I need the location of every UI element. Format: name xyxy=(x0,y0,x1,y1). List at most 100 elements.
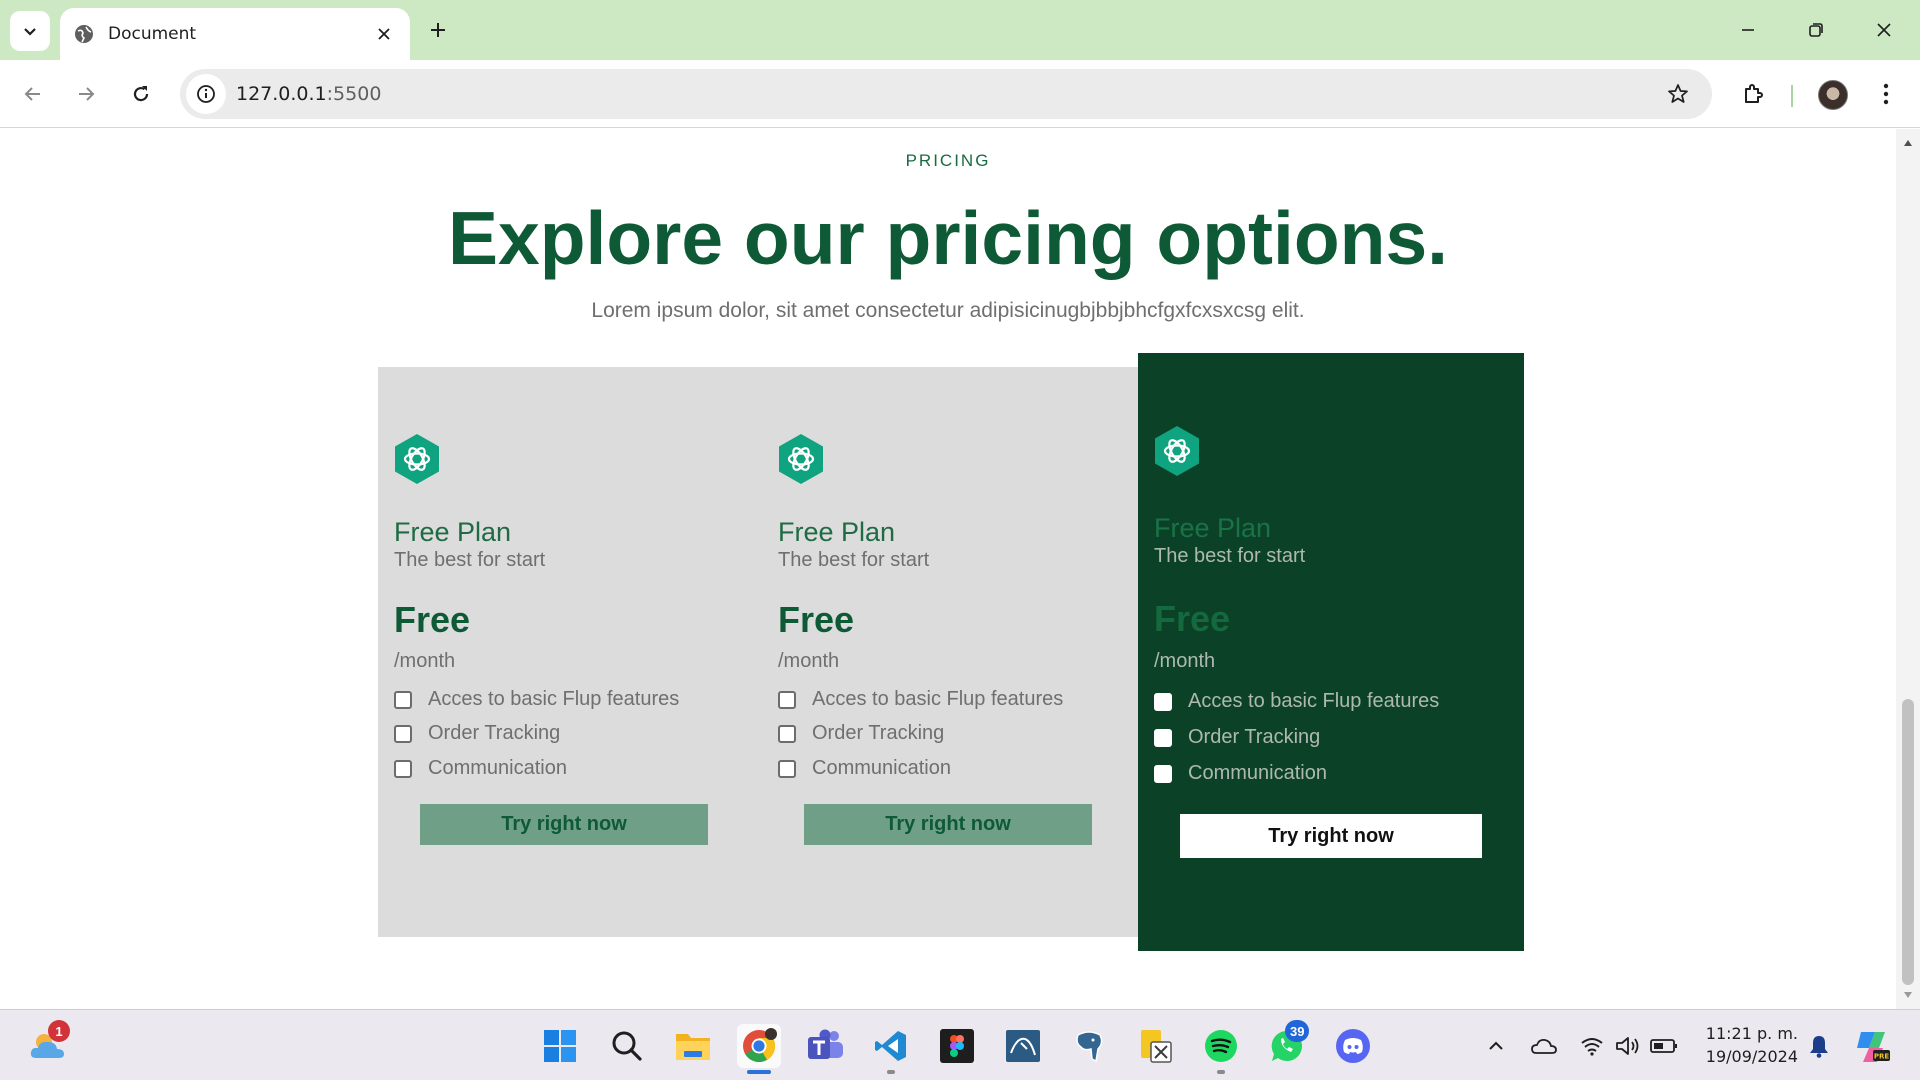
feature-label: Communication xyxy=(1188,762,1327,784)
browser-toolbar: 127.0.0.1:5500 xyxy=(0,60,1920,128)
reload-button[interactable] xyxy=(121,74,161,114)
globe-icon xyxy=(75,25,93,43)
volume-icon xyxy=(1616,1037,1639,1055)
feature-checkbox[interactable] xyxy=(394,724,412,743)
feature-item[interactable]: Acces to basic Flup features xyxy=(778,688,1063,711)
weather-badge: 1 xyxy=(48,1020,70,1042)
profile-avatar[interactable] xyxy=(1818,80,1848,110)
start-button[interactable] xyxy=(538,1024,582,1068)
vscode-app[interactable] xyxy=(869,1024,913,1068)
feature-label: Acces to basic Flup features xyxy=(812,688,1064,710)
feature-checkbox[interactable] xyxy=(778,724,796,743)
feature-item[interactable]: Acces to basic Flup features xyxy=(394,688,679,711)
restore-icon xyxy=(1809,23,1823,37)
plan-price: Free xyxy=(394,599,471,640)
url-text[interactable]: 127.0.0.1:5500 xyxy=(236,83,1658,105)
window-close-button[interactable] xyxy=(1864,10,1904,50)
windows-taskbar: 1 39 11:21 p. m. 19/09/2024 PRE xyxy=(0,1009,1920,1080)
page-scrollbar[interactable] xyxy=(1896,129,1920,1009)
restore-button[interactable] xyxy=(1796,10,1836,50)
url-host: 127.0.0.1 xyxy=(236,83,327,105)
feature-item[interactable]: Order Tracking xyxy=(1154,726,1320,749)
feature-label: Communication xyxy=(428,757,567,779)
notifications-button[interactable] xyxy=(1797,1024,1841,1068)
feature-item[interactable]: Order Tracking xyxy=(778,722,944,745)
tab-search-icon xyxy=(24,28,36,36)
url-port: :5500 xyxy=(326,83,382,105)
xampp-app[interactable] xyxy=(1133,1024,1177,1068)
postgresql-icon xyxy=(1076,1031,1103,1063)
feature-checkbox[interactable] xyxy=(778,690,796,709)
copilot-button[interactable]: PRE xyxy=(1850,1024,1894,1068)
openai-logo-icon xyxy=(395,434,439,484)
plan-description: The best for start xyxy=(1154,545,1306,567)
plan-name: Free Plan xyxy=(1154,513,1272,543)
feature-checkbox[interactable] xyxy=(778,759,796,778)
mysql-workbench-app[interactable] xyxy=(1001,1024,1045,1068)
feature-label: Order Tracking xyxy=(428,722,561,744)
feature-checkbox[interactable] xyxy=(394,690,412,709)
onedrive-icon xyxy=(1531,1038,1557,1054)
feature-item[interactable]: Communication xyxy=(778,757,951,780)
vscode-icon xyxy=(875,1031,906,1061)
scrollbar-thumb[interactable] xyxy=(1902,699,1914,985)
page-viewport: PRICING Explore our pricing options. Lor… xyxy=(0,129,1900,1009)
spotify-app[interactable] xyxy=(1199,1024,1243,1068)
weather-widget[interactable]: 1 xyxy=(26,1020,70,1068)
feature-item[interactable]: Acces to basic Flup features xyxy=(1154,690,1439,713)
feature-item[interactable]: Communication xyxy=(1154,762,1327,785)
browser-tab[interactable]: Document xyxy=(60,8,410,60)
battery-tray[interactable] xyxy=(1642,1024,1686,1068)
chevron-up-icon xyxy=(1489,1041,1503,1050)
forward-icon xyxy=(79,87,95,101)
chrome-app[interactable] xyxy=(737,1024,781,1068)
address-bar[interactable]: 127.0.0.1:5500 xyxy=(180,69,1712,119)
tab-title: Document xyxy=(108,24,197,44)
bookmark-button[interactable] xyxy=(1658,74,1698,114)
system-clock[interactable]: 11:21 p. m. 19/09/2024 xyxy=(1688,1022,1798,1068)
feature-checkbox[interactable] xyxy=(394,759,412,778)
scroll-up-button[interactable] xyxy=(1896,135,1920,151)
file-explorer-app[interactable] xyxy=(671,1024,715,1068)
extensions-button[interactable] xyxy=(1734,74,1774,114)
whatsapp-app[interactable]: 39 xyxy=(1265,1020,1310,1068)
try-right-now-button[interactable]: Try right now xyxy=(1180,814,1482,858)
postgresql-app[interactable] xyxy=(1067,1024,1111,1068)
mysql-workbench-icon xyxy=(1006,1030,1040,1062)
toolbar-separator xyxy=(1791,85,1793,107)
openai-logo-icon xyxy=(1155,426,1199,476)
try-right-now-button[interactable]: Try right now xyxy=(804,804,1092,845)
site-info-button[interactable] xyxy=(186,74,226,114)
tab-close-button[interactable] xyxy=(372,22,396,46)
feature-checkbox[interactable] xyxy=(1154,728,1172,747)
xampp-icon xyxy=(1141,1030,1172,1063)
browser-menu-button[interactable] xyxy=(1866,74,1906,114)
feature-label: Order Tracking xyxy=(812,722,945,744)
tab-search-button[interactable] xyxy=(10,11,50,51)
whatsapp-badge: 39 xyxy=(1285,1020,1310,1042)
discord-icon xyxy=(1336,1029,1370,1063)
windows-start-icon xyxy=(544,1030,576,1062)
show-hidden-icons-button[interactable] xyxy=(1474,1024,1518,1068)
clock-date: 19/09/2024 xyxy=(1705,1047,1798,1066)
feature-checkbox[interactable] xyxy=(1154,692,1172,711)
onedrive-tray[interactable] xyxy=(1522,1024,1566,1068)
page-subtitle: Lorem ipsum dolor, sit amet consectetur … xyxy=(591,299,1305,322)
minimize-button[interactable] xyxy=(1728,10,1768,50)
feature-item[interactable]: Communication xyxy=(394,757,567,780)
pricing-card: Free Plan The best for start Free /month… xyxy=(378,367,762,937)
feature-checkbox[interactable] xyxy=(1154,764,1172,783)
new-tab-button[interactable] xyxy=(422,14,454,46)
feature-label: Order Tracking xyxy=(1188,726,1321,748)
forward-button[interactable] xyxy=(66,74,106,114)
reload-icon xyxy=(133,86,149,102)
scroll-down-button[interactable] xyxy=(1896,987,1920,1003)
teams-app[interactable] xyxy=(804,1024,848,1068)
figma-app[interactable] xyxy=(935,1024,979,1068)
triangle-down-icon xyxy=(1904,992,1912,998)
feature-item[interactable]: Order Tracking xyxy=(394,722,560,745)
try-right-now-button[interactable]: Try right now xyxy=(420,804,708,845)
back-button[interactable] xyxy=(13,74,53,114)
taskbar-search-button[interactable] xyxy=(605,1024,649,1068)
discord-app[interactable] xyxy=(1331,1024,1375,1068)
